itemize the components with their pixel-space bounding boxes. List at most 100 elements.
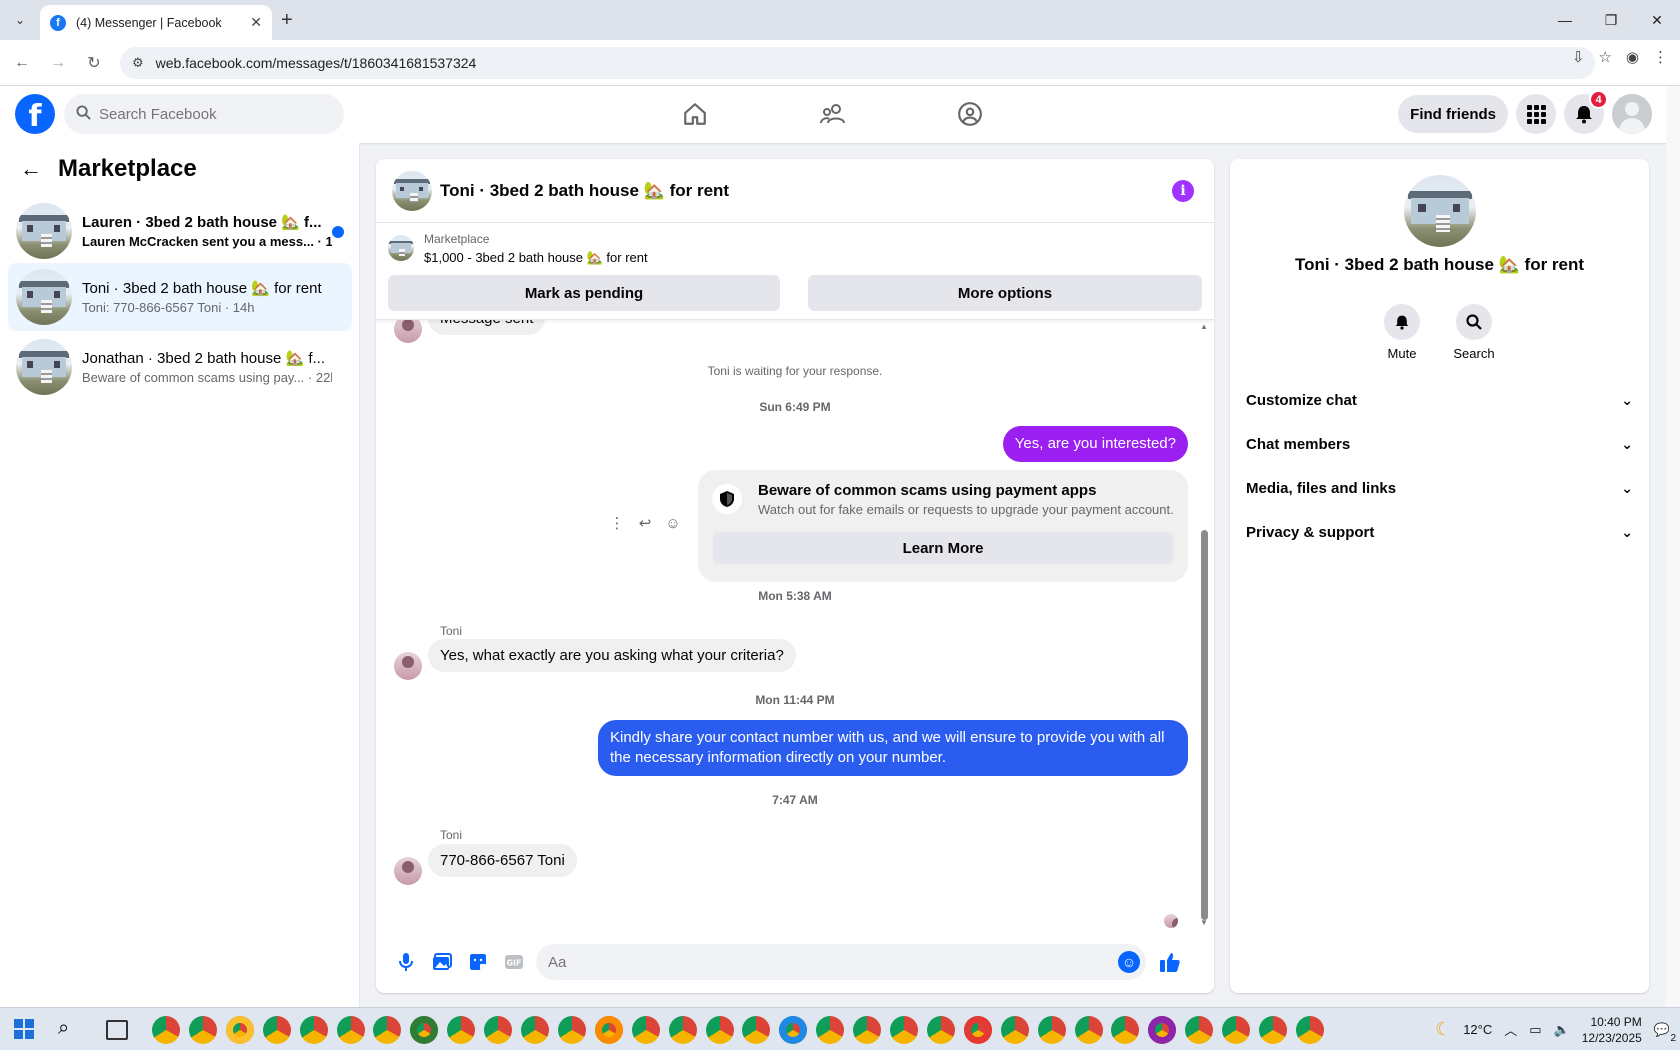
mute-button[interactable]: Mute (1367, 304, 1437, 361)
conversation-item-lauren[interactable]: Lauren · 3bed 2 bath house 🏡 f... Lauren… (8, 197, 352, 265)
chat-scrollbar[interactable]: ▲ ▼ (1200, 322, 1208, 930)
home-nav-icon[interactable] (675, 94, 715, 134)
taskbar-app-icon[interactable] (299, 1016, 328, 1044)
taskbar-app-icon[interactable] (742, 1016, 771, 1044)
message-bubble-incoming[interactable]: Yes, what exactly are you asking what yo… (428, 639, 796, 672)
scroll-up-icon[interactable]: ▲ (1200, 322, 1208, 331)
notifications-bell-icon[interactable]: 4 (1564, 90, 1608, 134)
reload-icon[interactable]: ↻ (82, 51, 106, 75)
taskbar-app-icon[interactable] (1295, 1016, 1324, 1044)
taskbar-app-icon[interactable] (963, 1016, 992, 1044)
sticker-icon[interactable] (460, 944, 496, 980)
taskbar-app-icon[interactable] (336, 1016, 365, 1044)
taskbar-app-icon[interactable] (225, 1016, 254, 1044)
photo-icon[interactable] (424, 944, 460, 980)
conversation-item-jonathan[interactable]: Jonathan · 3bed 2 bath house 🏡 f... Bewa… (8, 333, 352, 401)
menu-kebab-icon[interactable]: ⋮ (1653, 48, 1668, 66)
clock[interactable]: 10:40 PM 12/23/2025 (1582, 1014, 1642, 1046)
info-icon[interactable]: i (1172, 180, 1194, 202)
message-bubble-incoming[interactable]: 770-866-6567 Toni (428, 844, 577, 877)
taskbar-app-icon[interactable] (188, 1016, 217, 1044)
toni-avatar[interactable] (394, 652, 422, 680)
back-icon[interactable]: ← (10, 51, 34, 75)
taskbar-app-icon[interactable] (705, 1016, 734, 1044)
friends-nav-icon[interactable] (813, 94, 853, 134)
listing-thumbnail[interactable] (388, 235, 414, 261)
find-friends-button[interactable]: Find friends (1398, 95, 1508, 133)
notification-center-icon[interactable]: 💬 2 (1654, 1022, 1676, 1044)
taskbar-app-icon[interactable] (779, 1016, 808, 1044)
taskbar-app-icon[interactable] (1185, 1016, 1214, 1044)
facebook-logo-icon[interactable]: f (15, 94, 55, 134)
groups-nav-icon[interactable] (950, 94, 990, 134)
taskbar-app-icon[interactable] (152, 1016, 180, 1044)
menu-grid-icon[interactable] (1516, 94, 1556, 134)
taskbar-app-icon[interactable] (631, 1016, 660, 1044)
gif-icon[interactable]: GIF (496, 944, 532, 980)
emoji-icon[interactable]: ☺ (1118, 951, 1140, 973)
back-arrow-icon[interactable]: ← (20, 156, 42, 182)
taskbar-app-icon[interactable] (594, 1016, 623, 1044)
chat-members-section[interactable]: Chat members ⌄ (1230, 422, 1649, 466)
bookmark-star-icon[interactable]: ☆ (1598, 48, 1611, 66)
scroll-down-icon[interactable]: ▼ (1200, 918, 1208, 927)
search-input[interactable] (99, 105, 319, 123)
privacy-support-section[interactable]: Privacy & support ⌄ (1230, 510, 1649, 554)
taskbar-app-icon[interactable] (1111, 1016, 1140, 1044)
profile-icon[interactable]: ◉ (1626, 48, 1639, 66)
address-bar[interactable]: ⚙ web.facebook.com/messages/t/1860341681… (120, 47, 1595, 79)
taskbar-app-icon[interactable] (484, 1016, 513, 1044)
temperature[interactable]: 12°C (1463, 1022, 1492, 1037)
taskbar-app-icon[interactable] (1222, 1016, 1251, 1044)
restore-icon[interactable]: ❐ (1588, 0, 1634, 40)
taskbar-app-icon[interactable] (816, 1016, 845, 1044)
taskbar-app-icon[interactable] (1037, 1016, 1066, 1044)
taskbar-app-icon[interactable] (557, 1016, 586, 1044)
site-info-icon[interactable]: ⚙ (132, 55, 144, 71)
taskbar-app-icon[interactable] (1000, 1016, 1029, 1044)
conversation-item-toni[interactable]: Toni · 3bed 2 bath house 🏡 for rent Toni… (8, 263, 352, 331)
message-bubble-outgoing[interactable]: Kindly share your contact number with us… (598, 720, 1188, 776)
taskbar-app-icon[interactable] (410, 1016, 439, 1044)
taskbar-app-icon[interactable] (521, 1016, 549, 1044)
search-in-chat-button[interactable]: Search (1439, 304, 1509, 361)
taskbar-app-icon[interactable] (853, 1016, 882, 1044)
react-emoji-icon[interactable]: ☺ (662, 512, 684, 534)
media-files-links-section[interactable]: Media, files and links ⌄ (1230, 466, 1649, 510)
taskbar-app-icon[interactable] (447, 1016, 476, 1044)
account-avatar[interactable] (1612, 94, 1652, 134)
reply-icon[interactable]: ↩ (634, 512, 656, 534)
tab-search-button[interactable]: ⌄ (8, 9, 32, 31)
taskbar-app-icon[interactable] (1148, 1016, 1177, 1044)
browser-tab[interactable]: f (4) Messenger | Facebook ✕ (40, 5, 272, 40)
scroll-thumb[interactable] (1201, 530, 1208, 920)
message-input[interactable] (548, 953, 1088, 971)
taskbar-search-icon[interactable]: ⌕ (58, 1017, 82, 1045)
forward-icon[interactable]: → (46, 51, 70, 75)
learn-more-button[interactable]: Learn More (713, 532, 1173, 564)
close-window-icon[interactable]: ✕ (1634, 0, 1680, 40)
mark-as-pending-button[interactable]: Mark as pending (388, 275, 780, 311)
more-options-button[interactable]: More options (808, 275, 1202, 311)
network-icon[interactable]: ▭ (1529, 1022, 1541, 1038)
taskbar-app-icon[interactable] (262, 1016, 291, 1044)
install-app-icon[interactable]: ⇩ (1572, 48, 1585, 66)
taskbar-app-icon[interactable] (668, 1016, 697, 1044)
windows-start-icon[interactable] (14, 1019, 34, 1039)
taskbar-app-icon[interactable] (1074, 1016, 1103, 1044)
listing-price[interactable]: $1,000 - 3bed 2 bath house 🏡 for rent (424, 250, 648, 266)
taskbar-app-icon[interactable] (890, 1016, 918, 1044)
new-tab-button[interactable]: + (281, 9, 293, 32)
taskbar-app-icon[interactable] (373, 1016, 402, 1044)
toni-avatar[interactable] (394, 857, 422, 885)
info-house-thumbnail[interactable] (1404, 175, 1476, 247)
more-kebab-icon[interactable]: ⋮ (606, 512, 628, 534)
message-bubble-outgoing[interactable]: Yes, are you interested? (1002, 426, 1188, 462)
close-tab-icon[interactable]: ✕ (250, 14, 262, 31)
taskbar-app-icon[interactable] (926, 1016, 955, 1044)
weather-icon[interactable]: ☾ (1435, 1019, 1451, 1040)
volume-icon[interactable]: 🔈 (1554, 1022, 1570, 1038)
taskbar-app-icon[interactable] (1259, 1016, 1287, 1044)
microphone-icon[interactable] (388, 944, 424, 980)
tray-chevron-up-icon[interactable]: ︿ (1504, 1020, 1517, 1039)
